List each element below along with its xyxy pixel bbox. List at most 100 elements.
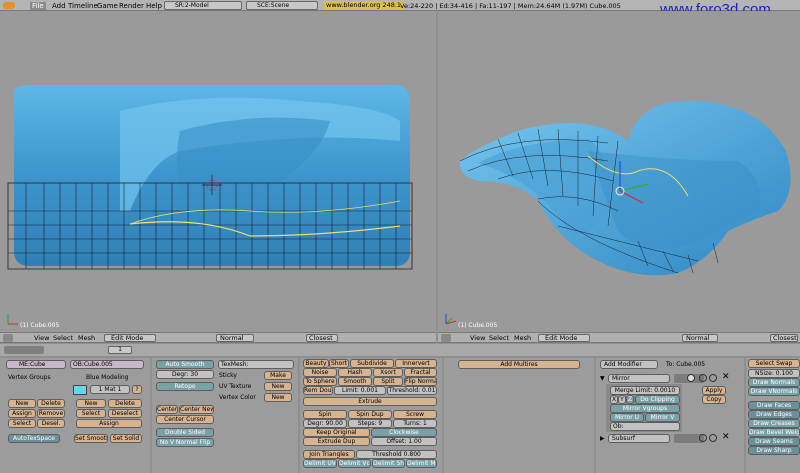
draw-edges-toggle[interactable]: Draw Edges: [748, 410, 800, 419]
mesh-name-field[interactable]: ME:Cube: [6, 360, 66, 369]
center-cursor-button[interactable]: Center Cursor: [156, 415, 214, 424]
vgroup-delete-button[interactable]: Delete: [37, 399, 65, 408]
viewport-right[interactable]: (1) Cube.005: [438, 11, 800, 332]
pivot-selector[interactable]: Normal: [682, 334, 718, 342]
menu-file[interactable]: File: [30, 2, 46, 10]
material-index-field[interactable]: 1 Mat 1: [90, 385, 130, 394]
panel-context-icons[interactable]: [4, 346, 44, 354]
view-type-icon[interactable]: [441, 334, 451, 342]
fractal-button[interactable]: Fractal: [404, 368, 437, 377]
merge-limit-field[interactable]: Merge Limit: 0.0010: [610, 386, 680, 395]
axis-z-toggle[interactable]: Z: [626, 395, 634, 404]
nsize-field[interactable]: NSize: 0.100: [748, 369, 800, 378]
limit-field[interactable]: Limit: 0.001: [334, 386, 386, 395]
delimit-uvs-toggle[interactable]: Delimit UVs: [303, 459, 337, 468]
mirror-modifier-name[interactable]: Mirror: [608, 374, 670, 383]
material-help-button[interactable]: ?: [132, 385, 142, 394]
menu-game[interactable]: Game: [97, 2, 118, 10]
menu-mesh[interactable]: Mesh: [514, 334, 531, 342]
draw-faces-toggle[interactable]: Draw Faces: [748, 401, 800, 410]
menu-help[interactable]: Help: [146, 2, 162, 10]
material-assign-button[interactable]: Assign: [76, 419, 142, 428]
collapse-arrow-icon[interactable]: ▶: [600, 435, 605, 442]
noise-button[interactable]: Noise: [303, 368, 337, 377]
join-triangles-button[interactable]: Join Triangles: [303, 450, 355, 459]
viewport-left[interactable]: (1) Cube.005: [0, 11, 436, 332]
no-v-normal-flip-toggle[interactable]: No V Normal Flip: [156, 438, 214, 447]
screw-button[interactable]: Screw: [393, 410, 437, 419]
menu-timeline[interactable]: Timeline: [68, 2, 98, 10]
draw-bevel-weights-toggle[interactable]: Draw Bevel Weig: [748, 428, 800, 437]
smooth-button[interactable]: Smooth: [338, 377, 372, 386]
material-delete-button[interactable]: Delete: [108, 399, 142, 408]
menu-view[interactable]: View: [470, 334, 485, 342]
double-sided-toggle[interactable]: Double Sided: [156, 428, 214, 437]
material-new-button[interactable]: New: [76, 399, 106, 408]
draw-sharp-toggle[interactable]: Draw Sharp: [748, 446, 800, 455]
set-smooth-button[interactable]: Set Smooth: [74, 434, 108, 443]
draw-creases-toggle[interactable]: Draw Creases: [748, 419, 800, 428]
to-sphere-button[interactable]: To Sphere: [303, 377, 337, 386]
screw-turns-field[interactable]: Turns: 1: [393, 419, 437, 428]
do-clipping-toggle[interactable]: Do Clipping: [635, 395, 680, 404]
copy-modifier-button[interactable]: Copy: [702, 395, 726, 404]
remove-modifier-icon[interactable]: ✕: [722, 432, 730, 442]
texmesh-field[interactable]: TexMesh:: [218, 360, 294, 369]
object-name-field[interactable]: OB:Cube.005: [70, 360, 144, 369]
split-button[interactable]: Split: [373, 377, 403, 386]
delimit-sharp-toggle[interactable]: Delimit Shar: [372, 459, 405, 468]
center-new-button[interactable]: Center New: [179, 405, 214, 414]
join-threshold-field[interactable]: Threshold 0.800: [356, 450, 437, 459]
apply-modifier-button[interactable]: Apply: [702, 386, 726, 395]
mode-selector[interactable]: Edit Mode: [538, 334, 590, 342]
menu-select[interactable]: Select: [53, 334, 73, 342]
add-modifier-menu[interactable]: Add Modifier: [600, 360, 658, 369]
vgroup-deselect-button[interactable]: Desel.: [37, 419, 65, 428]
delimit-vcol-toggle[interactable]: Delimit Vcol: [338, 459, 371, 468]
draw-seams-toggle[interactable]: Draw Seams: [748, 437, 800, 446]
mirror-u-toggle[interactable]: Mirror U: [610, 413, 644, 422]
spin-button[interactable]: Spin: [303, 410, 347, 419]
mirror-vgroups-toggle[interactable]: Mirror Vgroups: [610, 404, 680, 413]
frame-field[interactable]: 1: [108, 346, 132, 354]
mirror-v-toggle[interactable]: Mirror V: [645, 413, 680, 422]
extrude-button[interactable]: Extrude: [303, 397, 437, 406]
retopo-toggle[interactable]: Retopo: [156, 382, 214, 391]
menu-add[interactable]: Add: [52, 2, 66, 10]
material-deselect-button[interactable]: Deselect: [108, 409, 142, 418]
menu-view[interactable]: View: [34, 334, 49, 342]
spin-dup-button[interactable]: Spin Dup: [348, 410, 392, 419]
move-down-icon[interactable]: [709, 434, 717, 442]
subdivide-button[interactable]: Subdivide: [350, 359, 394, 368]
flip-normal-button[interactable]: Flip Normal: [404, 377, 437, 386]
menu-mesh[interactable]: Mesh: [78, 334, 95, 342]
keep-original-toggle[interactable]: Keep Original: [303, 428, 370, 437]
center-button[interactable]: Center: [156, 405, 178, 414]
remove-modifier-icon[interactable]: ✕: [722, 372, 730, 382]
vgroup-remove-button[interactable]: Remove: [37, 409, 65, 418]
uv-texture-new-button[interactable]: New: [264, 382, 292, 391]
hash-button[interactable]: Hash: [338, 368, 372, 377]
menu-render[interactable]: Render: [119, 2, 144, 10]
extrude-dup-button[interactable]: Extrude Dup: [303, 437, 370, 446]
vgroup-select-button[interactable]: Select: [8, 419, 36, 428]
move-down-icon[interactable]: [709, 374, 717, 382]
subsurf-modifier-name[interactable]: Subsurf: [608, 434, 670, 443]
axis-x-toggle[interactable]: X: [610, 395, 618, 404]
draw-vnormals-toggle[interactable]: Draw VNormals: [748, 387, 800, 396]
snap-selector[interactable]: Closest: [306, 334, 338, 342]
threshold-field[interactable]: Threshold: 0.01: [387, 386, 437, 395]
modifier-toggle-icon[interactable]: [687, 374, 695, 382]
innervert-button[interactable]: Innervert: [395, 359, 437, 368]
vgroup-assign-button[interactable]: Assign: [8, 409, 36, 418]
set-solid-button[interactable]: Set Solid: [110, 434, 142, 443]
select-swap-button[interactable]: Select Swap: [748, 359, 800, 368]
offset-field[interactable]: Offset: 1.00: [371, 437, 437, 446]
xsort-button[interactable]: Xsort: [373, 368, 403, 377]
spin-steps-field[interactable]: Steps: 9: [348, 419, 392, 428]
vertex-color-new-button[interactable]: New: [264, 393, 292, 402]
pivot-selector[interactable]: Normal: [216, 334, 254, 342]
clockwise-toggle[interactable]: Clockwise: [371, 428, 437, 437]
autotexspace-toggle[interactable]: AutoTexSpace: [8, 434, 60, 443]
auto-smooth-degree-field[interactable]: Degr: 30: [156, 370, 214, 379]
